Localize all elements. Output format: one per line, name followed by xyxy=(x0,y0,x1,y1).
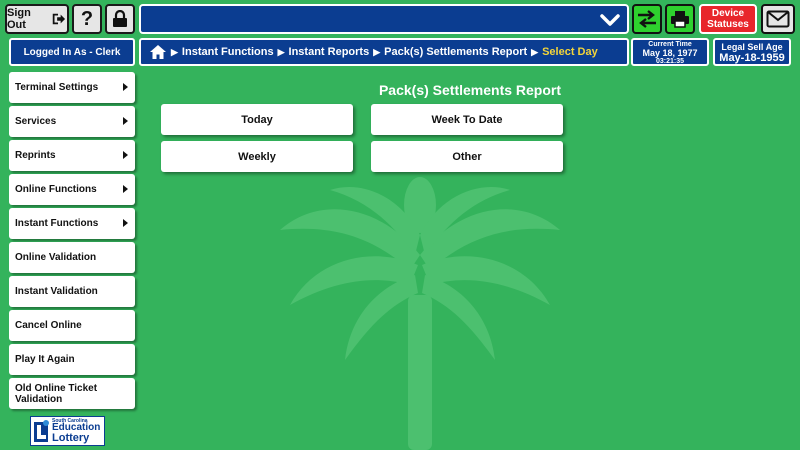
caret-right-icon xyxy=(123,219,128,227)
logo-line-3: Lottery xyxy=(52,432,90,444)
legal-sell-age-label: Legal Sell Age xyxy=(721,42,783,52)
printer-icon xyxy=(671,11,689,28)
breadcrumb-separator: ▶ xyxy=(171,46,178,57)
logo-mark-icon xyxy=(34,420,49,442)
lock-button[interactable] xyxy=(105,4,135,34)
report-title: Pack(s) Settlements Report xyxy=(378,82,562,98)
breadcrumb-separator: ▶ xyxy=(373,46,381,57)
sign-out-icon xyxy=(52,13,66,25)
lock-icon xyxy=(113,10,127,27)
legal-sell-age-box: Legal Sell Age May-18-1959 xyxy=(713,38,791,66)
help-button[interactable]: ? xyxy=(72,4,102,34)
weekly-button-label: Weekly xyxy=(238,150,276,163)
current-time-label: Current Time xyxy=(648,41,692,48)
logged-in-user: Logged In As - Clerk xyxy=(9,38,135,66)
caret-right-icon xyxy=(123,151,128,159)
sidebar-item-instant-validation[interactable]: Instant Validation xyxy=(9,276,135,307)
transfer-arrows-icon xyxy=(638,10,656,28)
sign-out-button[interactable]: Sign Out xyxy=(5,4,69,34)
sidebar-item-cancel-online[interactable]: Cancel Online xyxy=(9,310,135,341)
sidebar-item-reprints[interactable]: Reprints xyxy=(9,140,135,171)
device-statuses-label: Device Statuses xyxy=(707,8,749,30)
week-to-date-button-label: Week To Date xyxy=(431,113,503,126)
weekly-button[interactable]: Weekly xyxy=(161,141,353,172)
caret-right-icon xyxy=(123,117,128,125)
sidebar-item-services[interactable]: Services xyxy=(9,106,135,137)
game-dropdown[interactable] xyxy=(139,4,629,34)
legal-sell-age-value: May-18-1959 xyxy=(719,52,785,64)
envelope-icon xyxy=(766,10,790,28)
sidebar-item-label: Terminal Settings xyxy=(15,82,99,93)
sidebar-item-label: Instant Validation xyxy=(15,286,98,297)
sidebar-item-label: Online Validation xyxy=(15,252,97,263)
sidebar-item-online-validation[interactable]: Online Validation xyxy=(9,242,135,273)
sidebar-item-label: Instant Functions xyxy=(15,218,99,229)
sidebar-item-terminal-settings[interactable]: Terminal Settings xyxy=(9,72,135,103)
breadcrumb-instant-functions[interactable]: Instant Functions xyxy=(182,46,274,58)
breadcrumb: ▶ Instant Functions ▶ Instant Reports ▶ … xyxy=(139,38,629,66)
sc-education-lottery-logo: South Carolina Education Lottery xyxy=(30,416,105,446)
palmetto-watermark xyxy=(280,177,560,450)
sidebar-item-online-functions[interactable]: Online Functions xyxy=(9,174,135,205)
current-time-box: Current Time May 18, 1977 03:21:35 xyxy=(631,38,709,66)
help-label: ? xyxy=(80,7,94,30)
sidebar-item-label: Services xyxy=(15,116,57,127)
sidebar-item-play-it-again[interactable]: Play It Again xyxy=(9,344,135,375)
breadcrumb-pack-settlements-report[interactable]: Pack(s) Settlements Report xyxy=(384,46,527,58)
breadcrumb-separator: ▶ xyxy=(531,46,539,57)
current-date-value: May 18, 1977 xyxy=(642,48,698,58)
chevron-down-icon xyxy=(600,14,620,26)
device-statuses-button[interactable]: Device Statuses xyxy=(699,4,757,34)
print-button[interactable] xyxy=(665,4,695,34)
breadcrumb-separator: ▶ xyxy=(277,46,285,57)
sidebar-item-label: Reprints xyxy=(15,150,56,161)
sidebar-item-old-online-ticket-validation[interactable]: Old Online Ticket Validation xyxy=(9,378,135,409)
logged-in-label: Logged In As - Clerk xyxy=(23,46,121,58)
sign-out-label: Sign Out xyxy=(7,7,31,31)
messages-button[interactable] xyxy=(761,4,795,34)
caret-right-icon xyxy=(123,83,128,91)
sidebar-item-label: Play It Again xyxy=(15,354,75,365)
transfer-button[interactable] xyxy=(632,4,662,34)
caret-right-icon xyxy=(123,185,128,193)
sidebar-item-instant-functions[interactable]: Instant Functions xyxy=(9,208,135,239)
breadcrumb-instant-reports[interactable]: Instant Reports xyxy=(289,46,370,58)
sidebar-item-label: Cancel Online xyxy=(15,320,82,331)
home-icon[interactable] xyxy=(149,44,167,60)
other-button[interactable]: Other xyxy=(371,141,563,172)
week-to-date-button[interactable]: Week To Date xyxy=(371,104,563,135)
other-button-label: Other xyxy=(452,150,482,163)
today-button[interactable]: Today xyxy=(161,104,353,135)
sidebar-item-label: Old Online Ticket Validation xyxy=(15,382,98,405)
today-button-label: Today xyxy=(241,113,273,126)
breadcrumb-current: Select Day xyxy=(542,46,598,58)
current-time-value: 03:21:35 xyxy=(655,58,685,65)
sidebar-item-label: Online Functions xyxy=(15,184,97,195)
